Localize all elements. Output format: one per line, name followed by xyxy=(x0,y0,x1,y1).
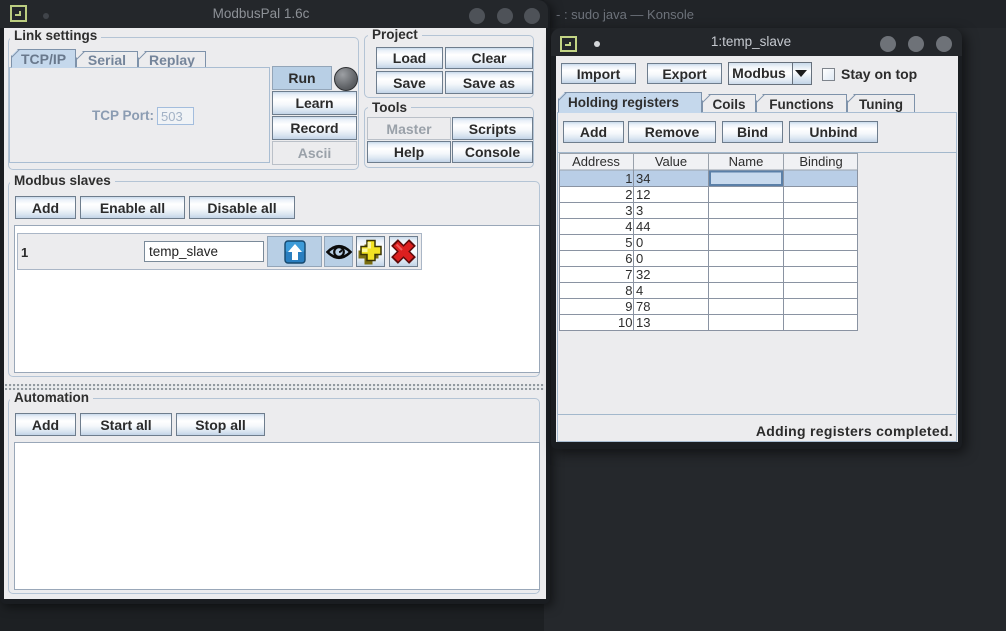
svg-text:13: 13 xyxy=(636,315,650,330)
svg-text:Name: Name xyxy=(729,154,764,169)
svg-text:0: 0 xyxy=(636,235,643,250)
svg-text:3: 3 xyxy=(636,203,643,218)
svg-text:4: 4 xyxy=(625,219,632,234)
svg-text:12: 12 xyxy=(636,187,650,202)
svg-text:1: 1 xyxy=(625,171,632,186)
svg-text:7: 7 xyxy=(625,267,632,282)
svg-text:5: 5 xyxy=(625,235,632,250)
svg-text:32: 32 xyxy=(636,267,650,282)
svg-text:44: 44 xyxy=(636,219,650,234)
svg-text:8: 8 xyxy=(625,283,632,298)
svg-text:9: 9 xyxy=(625,299,632,314)
svg-text:4: 4 xyxy=(636,283,643,298)
svg-text:Address: Address xyxy=(572,154,620,169)
svg-text:3: 3 xyxy=(625,203,632,218)
svg-text:2: 2 xyxy=(625,187,632,202)
svg-text:10: 10 xyxy=(618,315,632,330)
svg-text:34: 34 xyxy=(636,171,650,186)
svg-text:0: 0 xyxy=(636,251,643,266)
svg-text:Value: Value xyxy=(655,154,687,169)
svg-text:6: 6 xyxy=(625,251,632,266)
svg-text:78: 78 xyxy=(636,299,650,314)
svg-text:Binding: Binding xyxy=(799,154,842,169)
